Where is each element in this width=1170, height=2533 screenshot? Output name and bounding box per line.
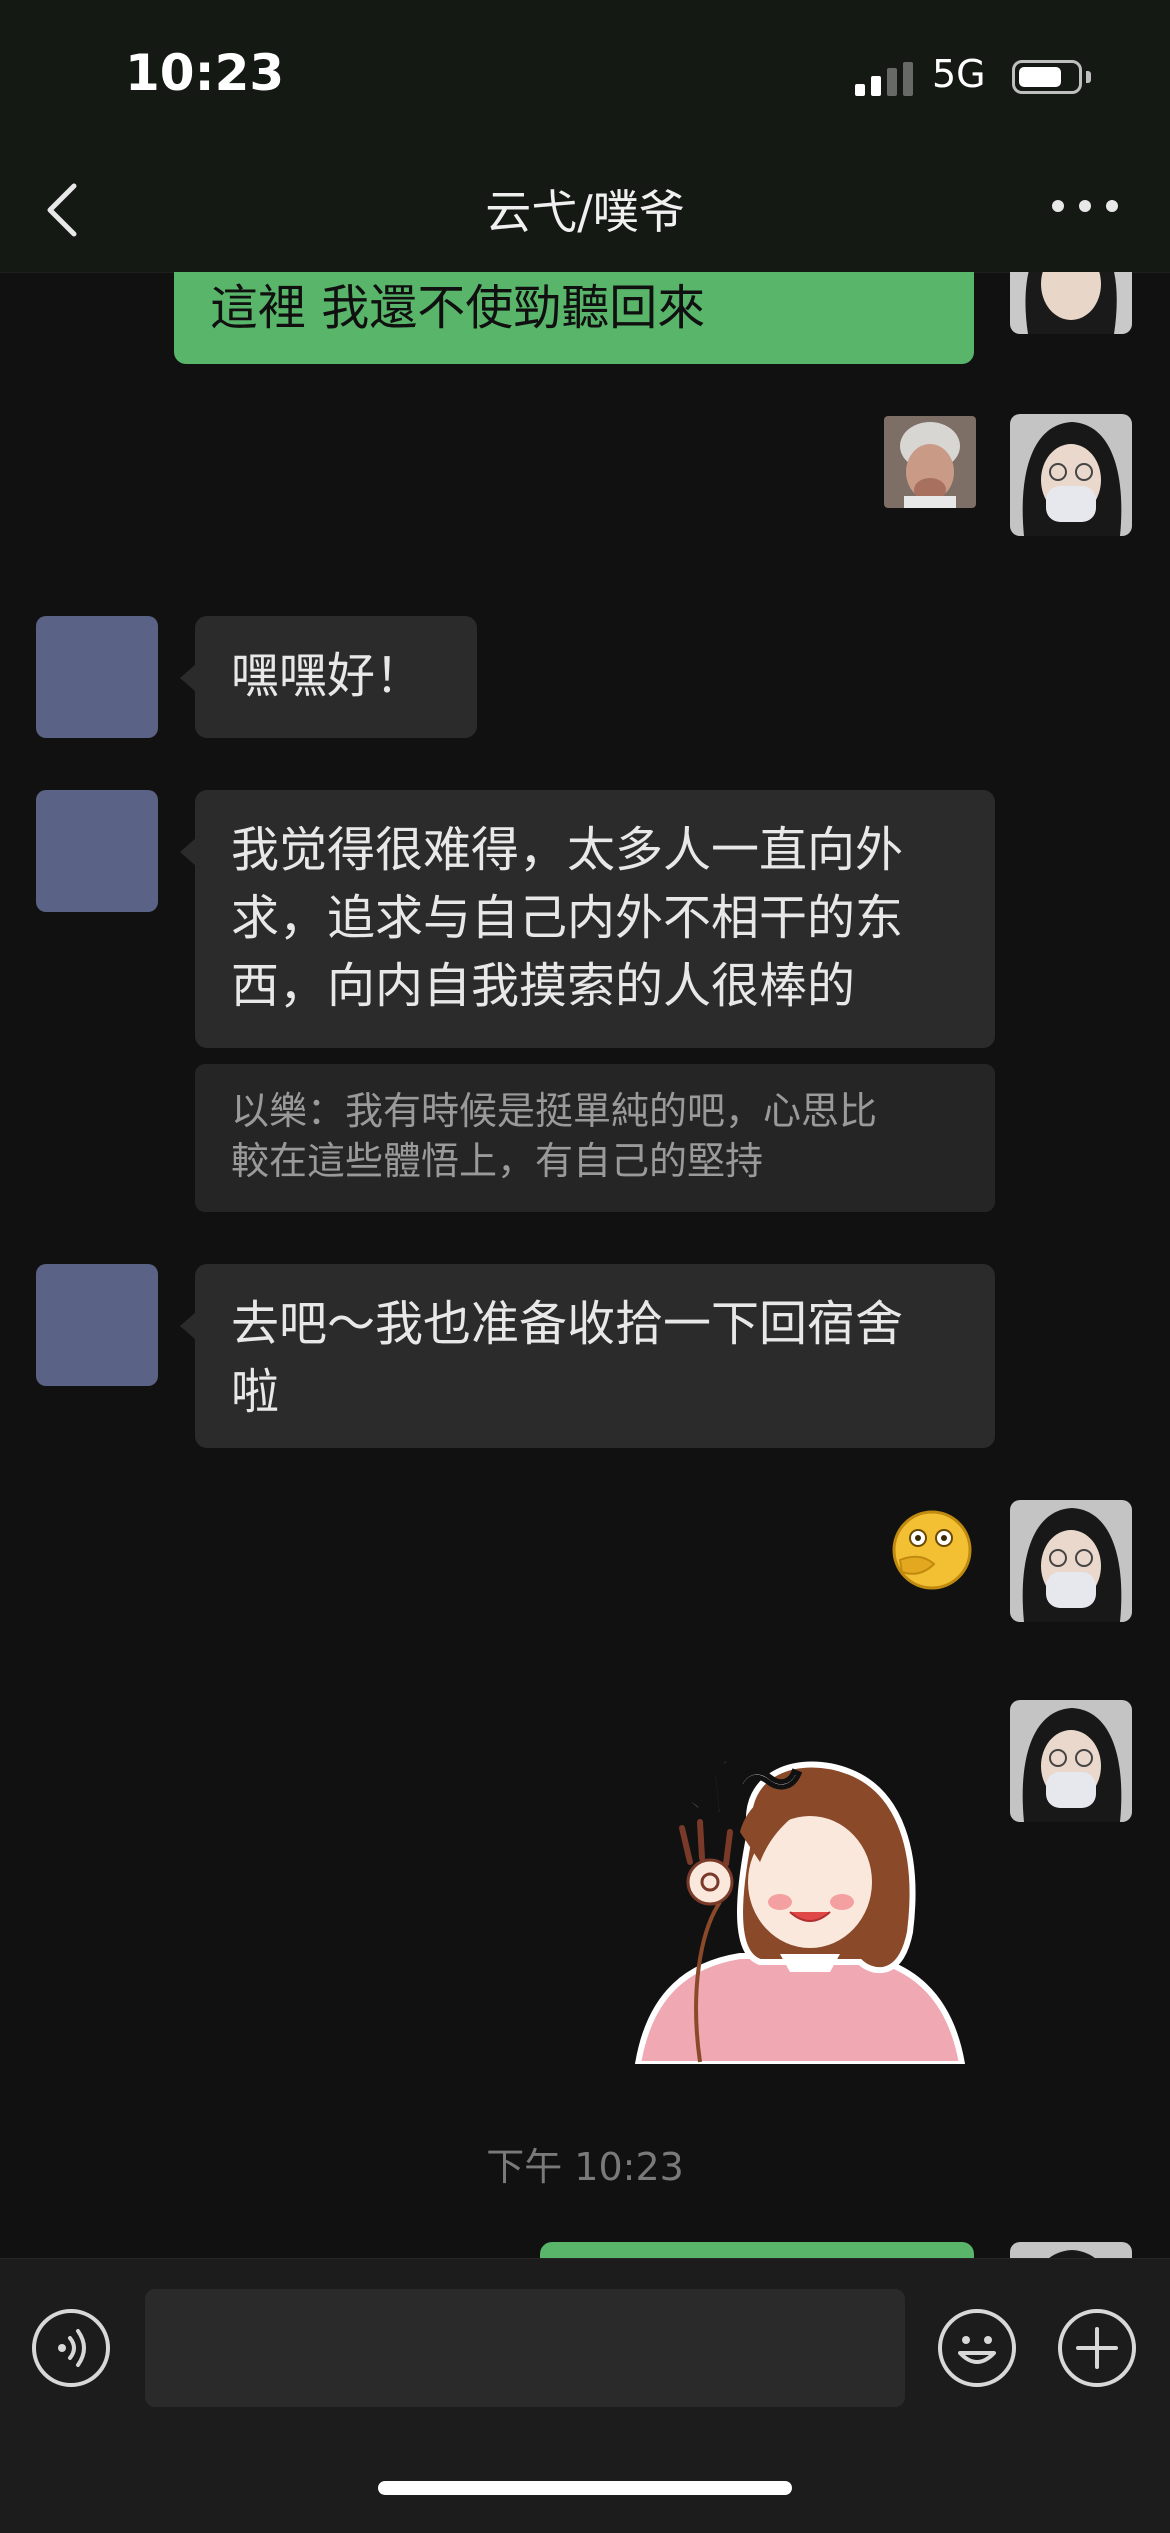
- status-bar: 10:23 5G: [0, 0, 1170, 140]
- old-man-thinking-sticker[interactable]: [884, 416, 976, 508]
- message-line: 我觉得很难得，太多人一直向外: [231, 822, 904, 878]
- incoming-message-bubble[interactable]: 我觉得很难得，太多人一直向外 求，追求与自己内外不相干的东 西，向内自我摸索的人…: [195, 790, 995, 1048]
- outgoing-message-bubble[interactable]: [540, 2242, 974, 2258]
- my-avatar[interactable]: [1010, 1700, 1132, 1822]
- my-avatar[interactable]: [1010, 1500, 1132, 1622]
- outgoing-message-bubble[interactable]: 這裡 我還不使勁聽回來: [174, 272, 974, 364]
- emoji-icon[interactable]: [938, 2309, 1016, 2387]
- incoming-message-bubble[interactable]: 嘿嘿好！: [195, 616, 477, 738]
- message-line: 去吧～我也准备收拾一下回宿舍: [231, 1296, 904, 1352]
- bubble-tail: [180, 838, 196, 866]
- quote-line: 以樂：我有時候是挺單純的吧，心思比: [231, 1089, 878, 1133]
- home-indicator: [378, 2481, 792, 2495]
- yellow-face-emoji[interactable]: [890, 1508, 974, 1592]
- chevron-left-icon[interactable]: [40, 180, 84, 240]
- contact-avatar[interactable]: [36, 1264, 158, 1386]
- avatar-photo: [1010, 1500, 1132, 1622]
- more-dots-icon[interactable]: [1050, 196, 1120, 216]
- quote-line: 較在這些體悟上，有自己的堅持: [231, 1139, 764, 1183]
- chat-title: 云弋/噗爷: [485, 185, 685, 239]
- my-avatar[interactable]: [1010, 414, 1132, 536]
- message-text: 嘿嘿好！: [231, 648, 424, 704]
- message-line: 啦: [231, 1364, 280, 1420]
- message-timestamp: 下午 10:23: [486, 2145, 684, 2189]
- girl-ok-sticker[interactable]: 好～: [630, 1732, 970, 2067]
- sticker-caption: 好～: [665, 1739, 807, 1832]
- message-text: 這裡 我還不使勁聽回來: [210, 280, 706, 336]
- status-time: 10:23: [125, 44, 285, 102]
- plus-icon[interactable]: [1058, 2309, 1136, 2387]
- message-input[interactable]: [145, 2289, 905, 2407]
- voice-icon[interactable]: [32, 2309, 110, 2387]
- contact-avatar[interactable]: [36, 616, 158, 738]
- chat-header: 云弋/噗爷: [0, 140, 1170, 273]
- avatar-photo: [1010, 414, 1132, 536]
- message-list[interactable]: 這裡 我還不使勁聽回來 嘿嘿好！ 我觉得很难得，太多人一直向外 求，追求与自己内…: [0, 272, 1170, 2258]
- bubble-tail: [180, 664, 196, 692]
- network-type: 5G: [932, 52, 986, 96]
- message-line: 西，向内自我摸索的人很棒的: [231, 958, 856, 1014]
- input-bar: [0, 2258, 1170, 2533]
- signal-icon: [855, 62, 915, 96]
- avatar-photo: [1010, 1700, 1132, 1822]
- my-avatar[interactable]: [1010, 2242, 1132, 2258]
- contact-avatar[interactable]: [36, 790, 158, 912]
- bubble-tail: [180, 1312, 196, 1340]
- message-line: 求，追求与自己内外不相干的东: [231, 890, 904, 946]
- avatar-photo: [1010, 2242, 1132, 2258]
- battery-icon: [1012, 60, 1082, 94]
- quoted-message[interactable]: 以樂：我有時候是挺單純的吧，心思比 較在這些體悟上，有自己的堅持: [195, 1064, 995, 1212]
- incoming-message-bubble[interactable]: 去吧～我也准备收拾一下回宿舍 啦: [195, 1264, 995, 1448]
- my-avatar[interactable]: [1010, 272, 1132, 334]
- avatar-photo: [1010, 272, 1132, 334]
- battery-tip: [1086, 71, 1091, 83]
